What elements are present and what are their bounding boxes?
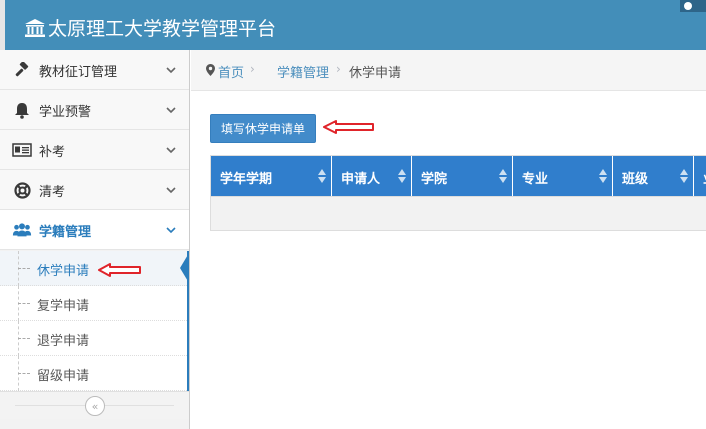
breadcrumb-home[interactable]: 首页 (218, 62, 244, 81)
chevron-down-icon (166, 187, 176, 194)
users-icon (12, 221, 32, 239)
breadcrumb-separator: › (250, 62, 255, 76)
submenu-item-resumption[interactable]: 复学申请 (0, 286, 187, 321)
sidebar-item-label: 教材征订管理 (39, 65, 118, 80)
sidebar-collapse-bar: « (0, 391, 189, 419)
breadcrumb: 首页 › 学籍管理 › 休学申请 (191, 50, 706, 91)
id-card-icon (12, 141, 32, 159)
sort-icon (599, 169, 607, 183)
fill-suspension-form-button[interactable]: 填写休学申请单 (210, 114, 316, 143)
sidebar-item-label: 清考 (39, 185, 66, 200)
column-header[interactable]: 业 (694, 156, 706, 196)
column-header[interactable]: 申请人 (332, 156, 412, 196)
column-header[interactable]: 班级 (613, 156, 694, 196)
breadcrumb-section[interactable]: 学籍管理 (277, 62, 329, 81)
app-title: 太原理工大学教学管理平台 (48, 18, 277, 40)
active-pointer (180, 253, 189, 283)
sort-icon (398, 169, 406, 183)
gavel-icon (12, 61, 32, 79)
table-row (211, 196, 706, 230)
column-header[interactable]: 学年学期 (211, 156, 332, 196)
sidebar-item-makeup-exam[interactable]: 补考 (0, 130, 189, 170)
column-header[interactable]: 学院 (412, 156, 513, 196)
sidebar: 教材征订管理 学业预警 补考 清考 学籍管理 休学申请 复学申请 退学申请 留级… (0, 50, 190, 429)
submenu-item-suspension[interactable]: 休学申请 (0, 251, 189, 286)
sidebar-item-textbook[interactable]: 教材征订管理 (0, 50, 189, 90)
column-header[interactable]: 专业 (513, 156, 613, 196)
tree-branch (18, 373, 30, 374)
submenu-item-repeat-grade[interactable]: 留级申请 (0, 356, 187, 391)
tree-branch (18, 338, 30, 339)
chevron-down-icon (166, 67, 176, 74)
sidebar-item-student-status[interactable]: 学籍管理 (0, 210, 189, 250)
navbar-edge (0, 0, 5, 50)
breadcrumb-current: 休学申请 (349, 66, 402, 81)
submenu-item-withdrawal[interactable]: 退学申请 (0, 321, 187, 356)
sort-icon (318, 169, 326, 183)
annotation-arrow-icon (323, 120, 374, 134)
bell-icon (12, 101, 32, 119)
brand[interactable]: 太原理工大学教学管理平台 (24, 14, 276, 41)
breadcrumb-separator: › (336, 62, 341, 76)
top-navbar: 太原理工大学教学管理平台 (0, 0, 706, 50)
sidebar-item-label: 学籍管理 (39, 225, 92, 240)
table-header: 学年学期 申请人 学院 专业 班级 业 (211, 156, 706, 196)
sidebar-item-warning[interactable]: 学业预警 (0, 90, 189, 130)
double-chevron-left-icon[interactable]: « (85, 396, 105, 416)
user-menu-icon[interactable] (680, 0, 706, 12)
submenu-item-label: 退学申请 (37, 334, 90, 349)
suspension-table: 学年学期 申请人 学院 专业 班级 业 (210, 155, 706, 231)
map-marker-icon (206, 64, 215, 76)
sidebar-item-label: 学业预警 (39, 105, 92, 120)
submenu-item-label: 复学申请 (37, 299, 90, 314)
chevron-down-icon (166, 107, 176, 114)
annotation-arrow-icon (98, 263, 141, 277)
tree-branch (18, 303, 30, 304)
submenu-item-label: 休学申请 (37, 264, 90, 279)
sidebar-item-label: 补考 (39, 145, 66, 160)
life-ring-icon (12, 181, 32, 199)
tree-branch (18, 268, 30, 269)
sort-icon (499, 169, 507, 183)
university-icon (25, 18, 45, 37)
sort-icon (680, 169, 688, 183)
student-status-submenu: 休学申请 复学申请 退学申请 留级申请 (0, 251, 189, 391)
chevron-down-icon (166, 227, 176, 234)
chevron-down-icon (166, 147, 176, 154)
sidebar-item-clear-exam[interactable]: 清考 (0, 170, 189, 210)
submenu-item-label: 留级申请 (37, 369, 90, 384)
